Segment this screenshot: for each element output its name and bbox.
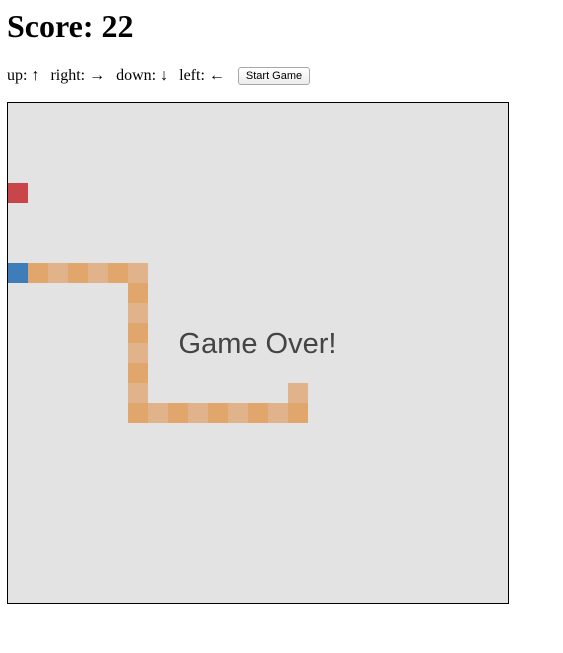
control-up: up: ↑ — [7, 67, 39, 85]
snake-segment — [128, 303, 148, 323]
snake-segment — [128, 263, 148, 283]
snake-segment — [88, 263, 108, 283]
snake-head — [8, 263, 28, 283]
snake-segment — [228, 403, 248, 423]
snake-segment — [288, 383, 308, 403]
snake-segment — [128, 403, 148, 423]
arrow-down-icon: ↓ — [160, 67, 169, 84]
snake-segment — [188, 403, 208, 423]
control-down-label: down: — [116, 67, 157, 84]
arrow-left-icon: ← — [208, 67, 225, 84]
snake-segment — [128, 283, 148, 303]
snake-segment — [28, 263, 48, 283]
food-cell — [8, 183, 28, 203]
control-up-label: up: — [7, 67, 28, 84]
control-left-label: left: — [179, 67, 205, 84]
control-right-label: right: — [50, 67, 86, 84]
control-left: left: ← — [179, 67, 225, 85]
snake-segment — [48, 263, 68, 283]
snake-segment — [128, 363, 148, 383]
snake-segment — [248, 403, 268, 423]
snake-segment — [288, 403, 308, 423]
arrow-right-icon: → — [89, 67, 106, 84]
snake-segment — [148, 403, 168, 423]
snake-segment — [108, 263, 128, 283]
game-over-message: Game Over! — [178, 328, 337, 360]
controls-legend: up: ↑ right: → down: ↓ left: ← Start Gam… — [7, 64, 311, 88]
snake-segment — [268, 403, 288, 423]
snake-segment — [68, 263, 88, 283]
arrow-up-icon: ↑ — [31, 67, 40, 84]
score-display: Score: 22 — [7, 8, 134, 44]
snake-segment — [208, 403, 228, 423]
control-right: right: → — [50, 67, 105, 85]
control-down: down: ↓ — [116, 67, 168, 85]
snake-segment — [168, 403, 188, 423]
game-board[interactable]: Game Over! — [7, 102, 509, 604]
start-game-button[interactable]: Start Game — [237, 67, 311, 85]
snake-segment — [128, 383, 148, 403]
